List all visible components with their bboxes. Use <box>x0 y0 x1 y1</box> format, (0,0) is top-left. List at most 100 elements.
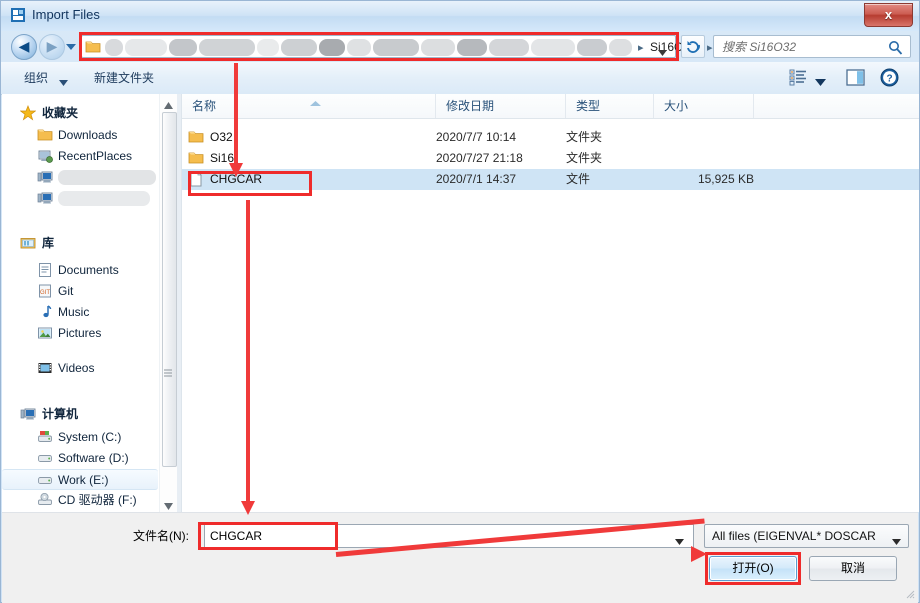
network-computer-icon <box>37 190 53 206</box>
filename-label: 文件名(N): <box>133 528 189 545</box>
open-button[interactable]: 打开(O) <box>709 556 797 581</box>
sidebar-item-cd-drive-f[interactable]: CD 驱动器 (F:) <box>2 490 180 511</box>
back-arrow-icon: ◀ <box>12 35 36 59</box>
sidebar-item-label: Pictures <box>58 325 101 342</box>
refresh-icon <box>686 39 701 57</box>
sidebar-item-label: Music <box>58 304 89 321</box>
filetype-select[interactable]: All files (EIGENVAL* DOSCAR <box>704 524 909 548</box>
file-type: 文件 <box>566 171 590 188</box>
chevron-down-icon[interactable] <box>658 45 667 51</box>
scroll-up-arrow-icon[interactable] <box>164 98 173 105</box>
cancel-button[interactable]: 取消 <box>809 556 897 581</box>
drive-icon <box>37 450 53 466</box>
navigation-pane: 收藏夹 Downloads RecentPlaces <box>2 94 180 512</box>
back-button[interactable]: ◀ <box>11 34 37 60</box>
sidebar-item-label: Git <box>58 283 73 300</box>
chevron-down-icon[interactable] <box>59 75 68 81</box>
videos-icon <box>37 360 53 376</box>
svg-text:?: ? <box>886 74 892 85</box>
sidebar-item-label-redacted <box>58 170 156 185</box>
svg-text:GIT: GIT <box>40 290 50 296</box>
sidebar-item-label: CD 驱动器 (F:) <box>58 492 137 509</box>
git-icon: GIT <box>37 283 53 299</box>
address-bar[interactable]: ▸ Si16O32 ▸ <box>81 35 676 58</box>
chevron-down-icon[interactable] <box>675 534 684 540</box>
navigation-scrollbar[interactable] <box>159 94 177 512</box>
close-button[interactable]: x <box>864 3 913 27</box>
import-files-dialog: Import Files x ◀ ▶ <box>0 0 920 603</box>
view-list-icon[interactable] <box>789 69 807 89</box>
cd-drive-icon <box>37 492 53 508</box>
resize-grip-icon[interactable] <box>903 587 915 599</box>
address-row: ◀ ▶ <box>1 31 919 62</box>
scrollbar-thumb[interactable] <box>162 112 177 467</box>
column-header-date-modified[interactable]: 修改日期 <box>436 94 566 118</box>
sidebar-group-favorites[interactable]: 收藏夹 <box>2 103 180 124</box>
file-date: 2020/7/27 21:18 <box>436 150 523 167</box>
sidebar-item-recent-places[interactable]: RecentPlaces <box>2 146 180 167</box>
sidebar-item-network-1[interactable] <box>2 167 180 188</box>
sidebar-item-software-d[interactable]: Software (D:) <box>2 448 180 469</box>
file-type: 文件夹 <box>566 129 602 146</box>
sidebar-item-downloads[interactable]: Downloads <box>2 125 180 146</box>
preview-pane-icon[interactable] <box>846 69 865 89</box>
search-input[interactable]: 搜索 Si16O32 <box>713 35 911 58</box>
organize-button[interactable]: 组织 <box>24 69 48 87</box>
view-dropdown-caret-icon[interactable] <box>815 75 826 89</box>
forward-arrow-icon: ▶ <box>40 35 64 59</box>
sidebar-item-label: System (C:) <box>58 429 121 446</box>
sidebar-item-work-e[interactable]: Work (E:) <box>2 469 158 490</box>
sidebar-item-label: Work (E:) <box>58 472 108 489</box>
sidebar-group-computer[interactable]: 计算机 <box>2 404 180 425</box>
chevron-down-icon[interactable] <box>892 534 901 548</box>
column-header-row: 名称 修改日期 类型 大小 <box>182 94 919 119</box>
breadcrumb-separator: ▸ <box>638 40 644 56</box>
recent-locations-dropdown[interactable] <box>65 41 77 51</box>
sidebar-item-network-2[interactable] <box>2 188 180 209</box>
file-type: 文件夹 <box>566 150 602 167</box>
sidebar-group-label: 收藏夹 <box>42 105 78 122</box>
file-size: 15,925 KB <box>622 171 754 188</box>
document-icon <box>37 262 53 278</box>
file-size <box>622 129 754 146</box>
sidebar-group-label: 计算机 <box>42 406 78 423</box>
column-header-name[interactable]: 名称 <box>182 94 436 118</box>
sidebar-item-videos[interactable]: Videos <box>2 358 180 379</box>
search-placeholder: 搜索 Si16O32 <box>722 39 796 56</box>
file-name: O32 <box>210 129 233 146</box>
music-note-icon <box>37 304 53 320</box>
table-row[interactable]: Si16 2020/7/27 21:18 文件夹 <box>182 148 919 169</box>
file-date: 2020/7/1 14:37 <box>436 171 516 188</box>
table-row[interactable]: O32 2020/7/7 10:14 文件夹 <box>182 127 919 148</box>
breadcrumb-separator-end: ▸ <box>707 40 713 56</box>
forward-button[interactable]: ▶ <box>39 34 65 60</box>
sort-ascending-icon <box>310 95 321 100</box>
filename-input[interactable]: CHGCAR <box>204 524 694 548</box>
new-folder-button[interactable]: 新建文件夹 <box>94 69 154 87</box>
file-name: Si16 <box>210 150 234 167</box>
table-row[interactable]: CHGCAR 2020/7/1 14:37 文件 15,925 KB <box>182 169 919 190</box>
sidebar-item-label: Videos <box>58 360 94 377</box>
column-header-size[interactable]: 大小 <box>654 94 754 118</box>
sidebar-item-label: Software (D:) <box>58 450 129 467</box>
refresh-button[interactable] <box>681 35 705 58</box>
sidebar-item-pictures[interactable]: Pictures <box>2 323 180 344</box>
file-size <box>622 150 754 167</box>
search-icon <box>888 40 903 55</box>
sidebar-group-library[interactable]: 库 <box>2 233 180 254</box>
sidebar-item-system-c[interactable]: System (C:) <box>2 427 180 448</box>
scroll-down-arrow-icon[interactable] <box>164 499 173 506</box>
sidebar-item-git[interactable]: GIT Git <box>2 281 180 302</box>
computer-icon <box>20 406 36 422</box>
network-computer-icon <box>37 169 53 185</box>
library-icon <box>20 235 36 251</box>
folder-icon <box>188 150 204 166</box>
sidebar-item-music[interactable]: Music <box>2 302 180 323</box>
column-label: 名称 <box>192 98 216 114</box>
help-icon[interactable]: ? <box>880 68 899 90</box>
file-icon <box>188 171 204 187</box>
column-header-type[interactable]: 类型 <box>566 94 654 118</box>
filetype-value: All files (EIGENVAL* DOSCAR <box>712 528 876 545</box>
sidebar-item-documents[interactable]: Documents <box>2 260 180 281</box>
file-list-pane: 名称 修改日期 类型 大小 O32 2020/7/7 10:14 文件夹 <box>181 94 919 512</box>
